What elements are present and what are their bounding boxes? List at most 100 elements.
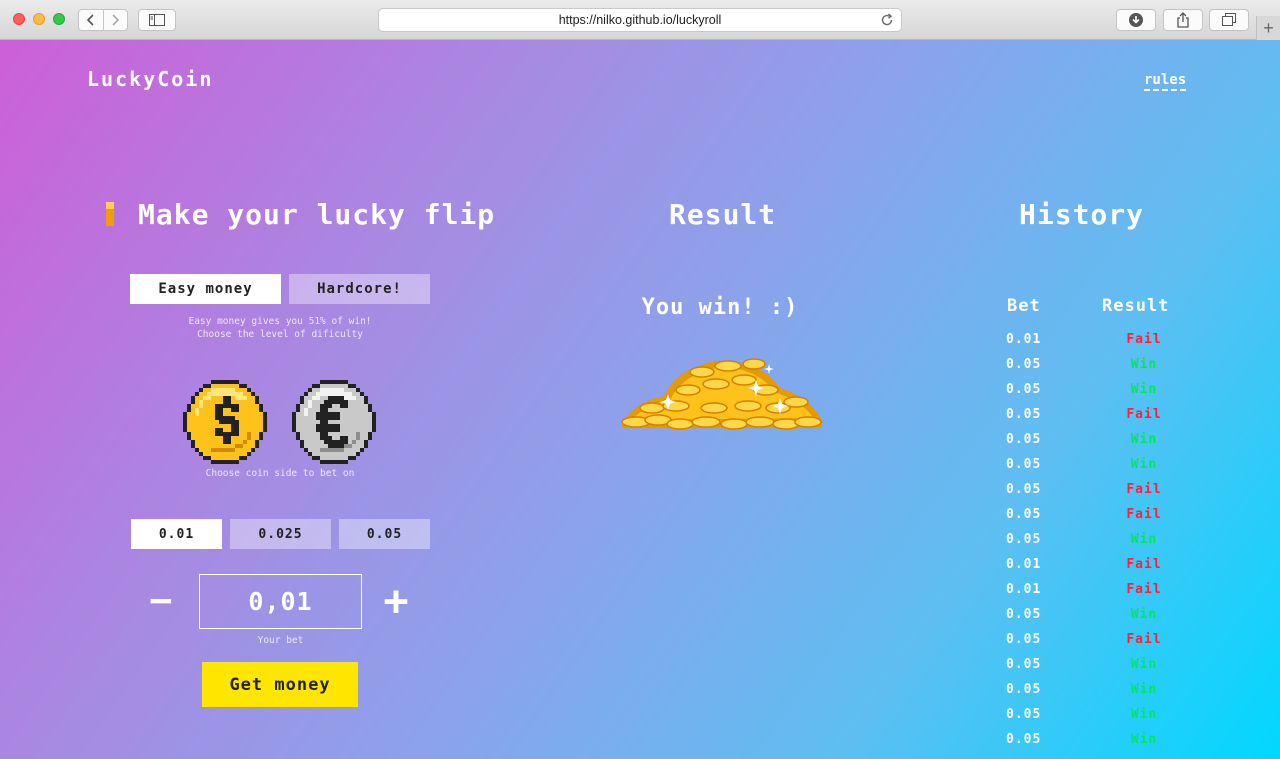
bet-hint: Your bet [257, 635, 304, 646]
decrease-bet-button[interactable]: − [141, 574, 181, 626]
history-result-value: Win [1130, 382, 1158, 397]
url-text: https://nilko.github.io/luckyroll [558, 13, 722, 27]
chevron-right-icon [112, 14, 120, 26]
reload-icon[interactable] [880, 13, 894, 27]
history-result-value: Fail [1126, 632, 1162, 647]
history-row: 0.05 Fail [1000, 627, 1200, 652]
history-row: 0.05 Win [1000, 602, 1200, 627]
history-result-value: Fail [1126, 407, 1162, 422]
dollar-coin-icon[interactable] [183, 380, 267, 464]
history-row: 0.01 Fail [1000, 577, 1200, 602]
history-bet-value: 0.05 [1006, 432, 1042, 447]
history-row: 0.05 Fail [1000, 502, 1200, 527]
history-row: 0.05 Win [1000, 652, 1200, 677]
zoom-window-button[interactable] [53, 13, 65, 25]
history-list: 0.01 Fail 0.05 Win 0.05 Win 0.05 Fail 0.05 Win 0.0… [1000, 327, 1200, 752]
coin-edge-icon [106, 202, 114, 226]
history-row: 0.05 Win [1000, 727, 1200, 752]
history-row: 0.01 Fail [1000, 552, 1200, 577]
history-bet-value: 0.05 [1006, 682, 1042, 697]
history-bet-value: 0.05 [1006, 532, 1042, 547]
bet-amount-input[interactable] [199, 574, 362, 629]
history-panel-title: History [1019, 198, 1145, 231]
get-money-button[interactable]: Get money [202, 662, 358, 707]
tabs-overview-button[interactable] [1209, 9, 1249, 31]
history-row: 0.05 Win [1000, 527, 1200, 552]
history-bet-value: 0.05 [1006, 707, 1042, 722]
forward-button[interactable] [102, 10, 128, 30]
mode-hint-line-2: Choose the level of dificulty [197, 329, 363, 340]
history-row: 0.05 Fail [1000, 477, 1200, 502]
history-bet-value: 0.05 [1006, 482, 1042, 497]
share-button[interactable] [1163, 9, 1203, 31]
preset-0-01-button[interactable]: 0.01 [131, 519, 222, 549]
history-row: 0.05 Win [1000, 377, 1200, 402]
history-result-value: Win [1130, 607, 1158, 622]
chevron-left-icon [86, 14, 94, 26]
share-icon [1177, 12, 1189, 28]
history-result-value: Fail [1126, 332, 1162, 347]
coin-hint: Choose coin side to bet on [205, 468, 355, 479]
history-row: 0.05 Win [1000, 352, 1200, 377]
rules-link[interactable]: rules [1144, 72, 1187, 91]
tabs-icon [1222, 13, 1236, 26]
sidebar-icon [149, 14, 165, 26]
history-bet-value: 0.05 [1006, 357, 1042, 372]
history-bet-value: 0.05 [1006, 657, 1042, 672]
history-result-value: Fail [1126, 482, 1162, 497]
history-row: 0.01 Fail [1000, 327, 1200, 352]
preset-0-025-button[interactable]: 0.025 [230, 519, 331, 549]
history-row: 0.05 Fail [1000, 402, 1200, 427]
increase-bet-button[interactable]: + [376, 574, 416, 626]
history-result-value: Fail [1126, 582, 1162, 597]
history-row: 0.05 Win [1000, 677, 1200, 702]
history-nav [78, 9, 128, 31]
download-icon [1129, 13, 1143, 27]
history-bet-value: 0.01 [1006, 582, 1042, 597]
history-bet-value: 0.05 [1006, 607, 1042, 622]
close-window-button[interactable] [13, 13, 25, 25]
history-result-value: Win [1130, 532, 1158, 547]
mode-hint-line-1: Easy money gives you 51% of win! [188, 316, 372, 327]
back-button[interactable] [79, 10, 103, 30]
history-row: 0.05 Win [1000, 452, 1200, 477]
history-row: 0.05 Win [1000, 427, 1200, 452]
history-result-value: Win [1130, 657, 1158, 672]
history-bet-value: 0.05 [1006, 382, 1042, 397]
address-bar[interactable]: https://nilko.github.io/luckyroll [378, 8, 902, 32]
history-bet-value: 0.05 [1006, 457, 1042, 472]
history-bet-value: 0.05 [1006, 507, 1042, 522]
history-result-value: Win [1130, 707, 1158, 722]
browser-toolbar: https://nilko.github.io/luckyroll + [0, 0, 1280, 40]
result-panel-title: Result [669, 198, 777, 231]
euro-coin-icon[interactable] [292, 380, 376, 464]
mode-hint: Easy money gives you 51% of win! Choose … [130, 315, 430, 341]
mode-easy-button[interactable]: Easy money [130, 274, 281, 304]
history-bet-value: 0.05 [1006, 632, 1042, 647]
history-result-value: Win [1130, 457, 1158, 472]
history-result-value: Fail [1126, 557, 1162, 572]
history-row: 0.05 Win [1000, 702, 1200, 727]
flip-panel-title: Make your lucky flip [138, 198, 496, 231]
history-result-value: Win [1130, 682, 1158, 697]
mode-hardcore-button[interactable]: Hardcore! [289, 274, 430, 304]
history-column-result: Result [1102, 296, 1170, 316]
history-bet-value: 0.01 [1006, 557, 1042, 572]
history-result-value: Win [1130, 357, 1158, 372]
history-result-value: Win [1130, 432, 1158, 447]
gold-coins-pile-icon [621, 358, 822, 430]
downloads-button[interactable] [1116, 9, 1156, 31]
history-result-value: Win [1130, 732, 1158, 747]
preset-0-05-button[interactable]: 0.05 [339, 519, 430, 549]
site-logo[interactable]: LuckyCoin [87, 67, 213, 91]
sidebar-toggle-button[interactable] [138, 9, 176, 31]
page-content: LuckyCoin rules Make your lucky flip Eas… [0, 40, 1280, 759]
new-tab-button[interactable]: + [1256, 16, 1280, 40]
minimize-window-button[interactable] [33, 13, 45, 25]
history-bet-value: 0.05 [1006, 407, 1042, 422]
result-message: You win! :) [641, 295, 799, 320]
history-bet-value: 0.01 [1006, 332, 1042, 347]
history-bet-value: 0.05 [1006, 732, 1042, 747]
history-column-bet: Bet [1007, 296, 1041, 316]
history-result-value: Fail [1126, 507, 1162, 522]
